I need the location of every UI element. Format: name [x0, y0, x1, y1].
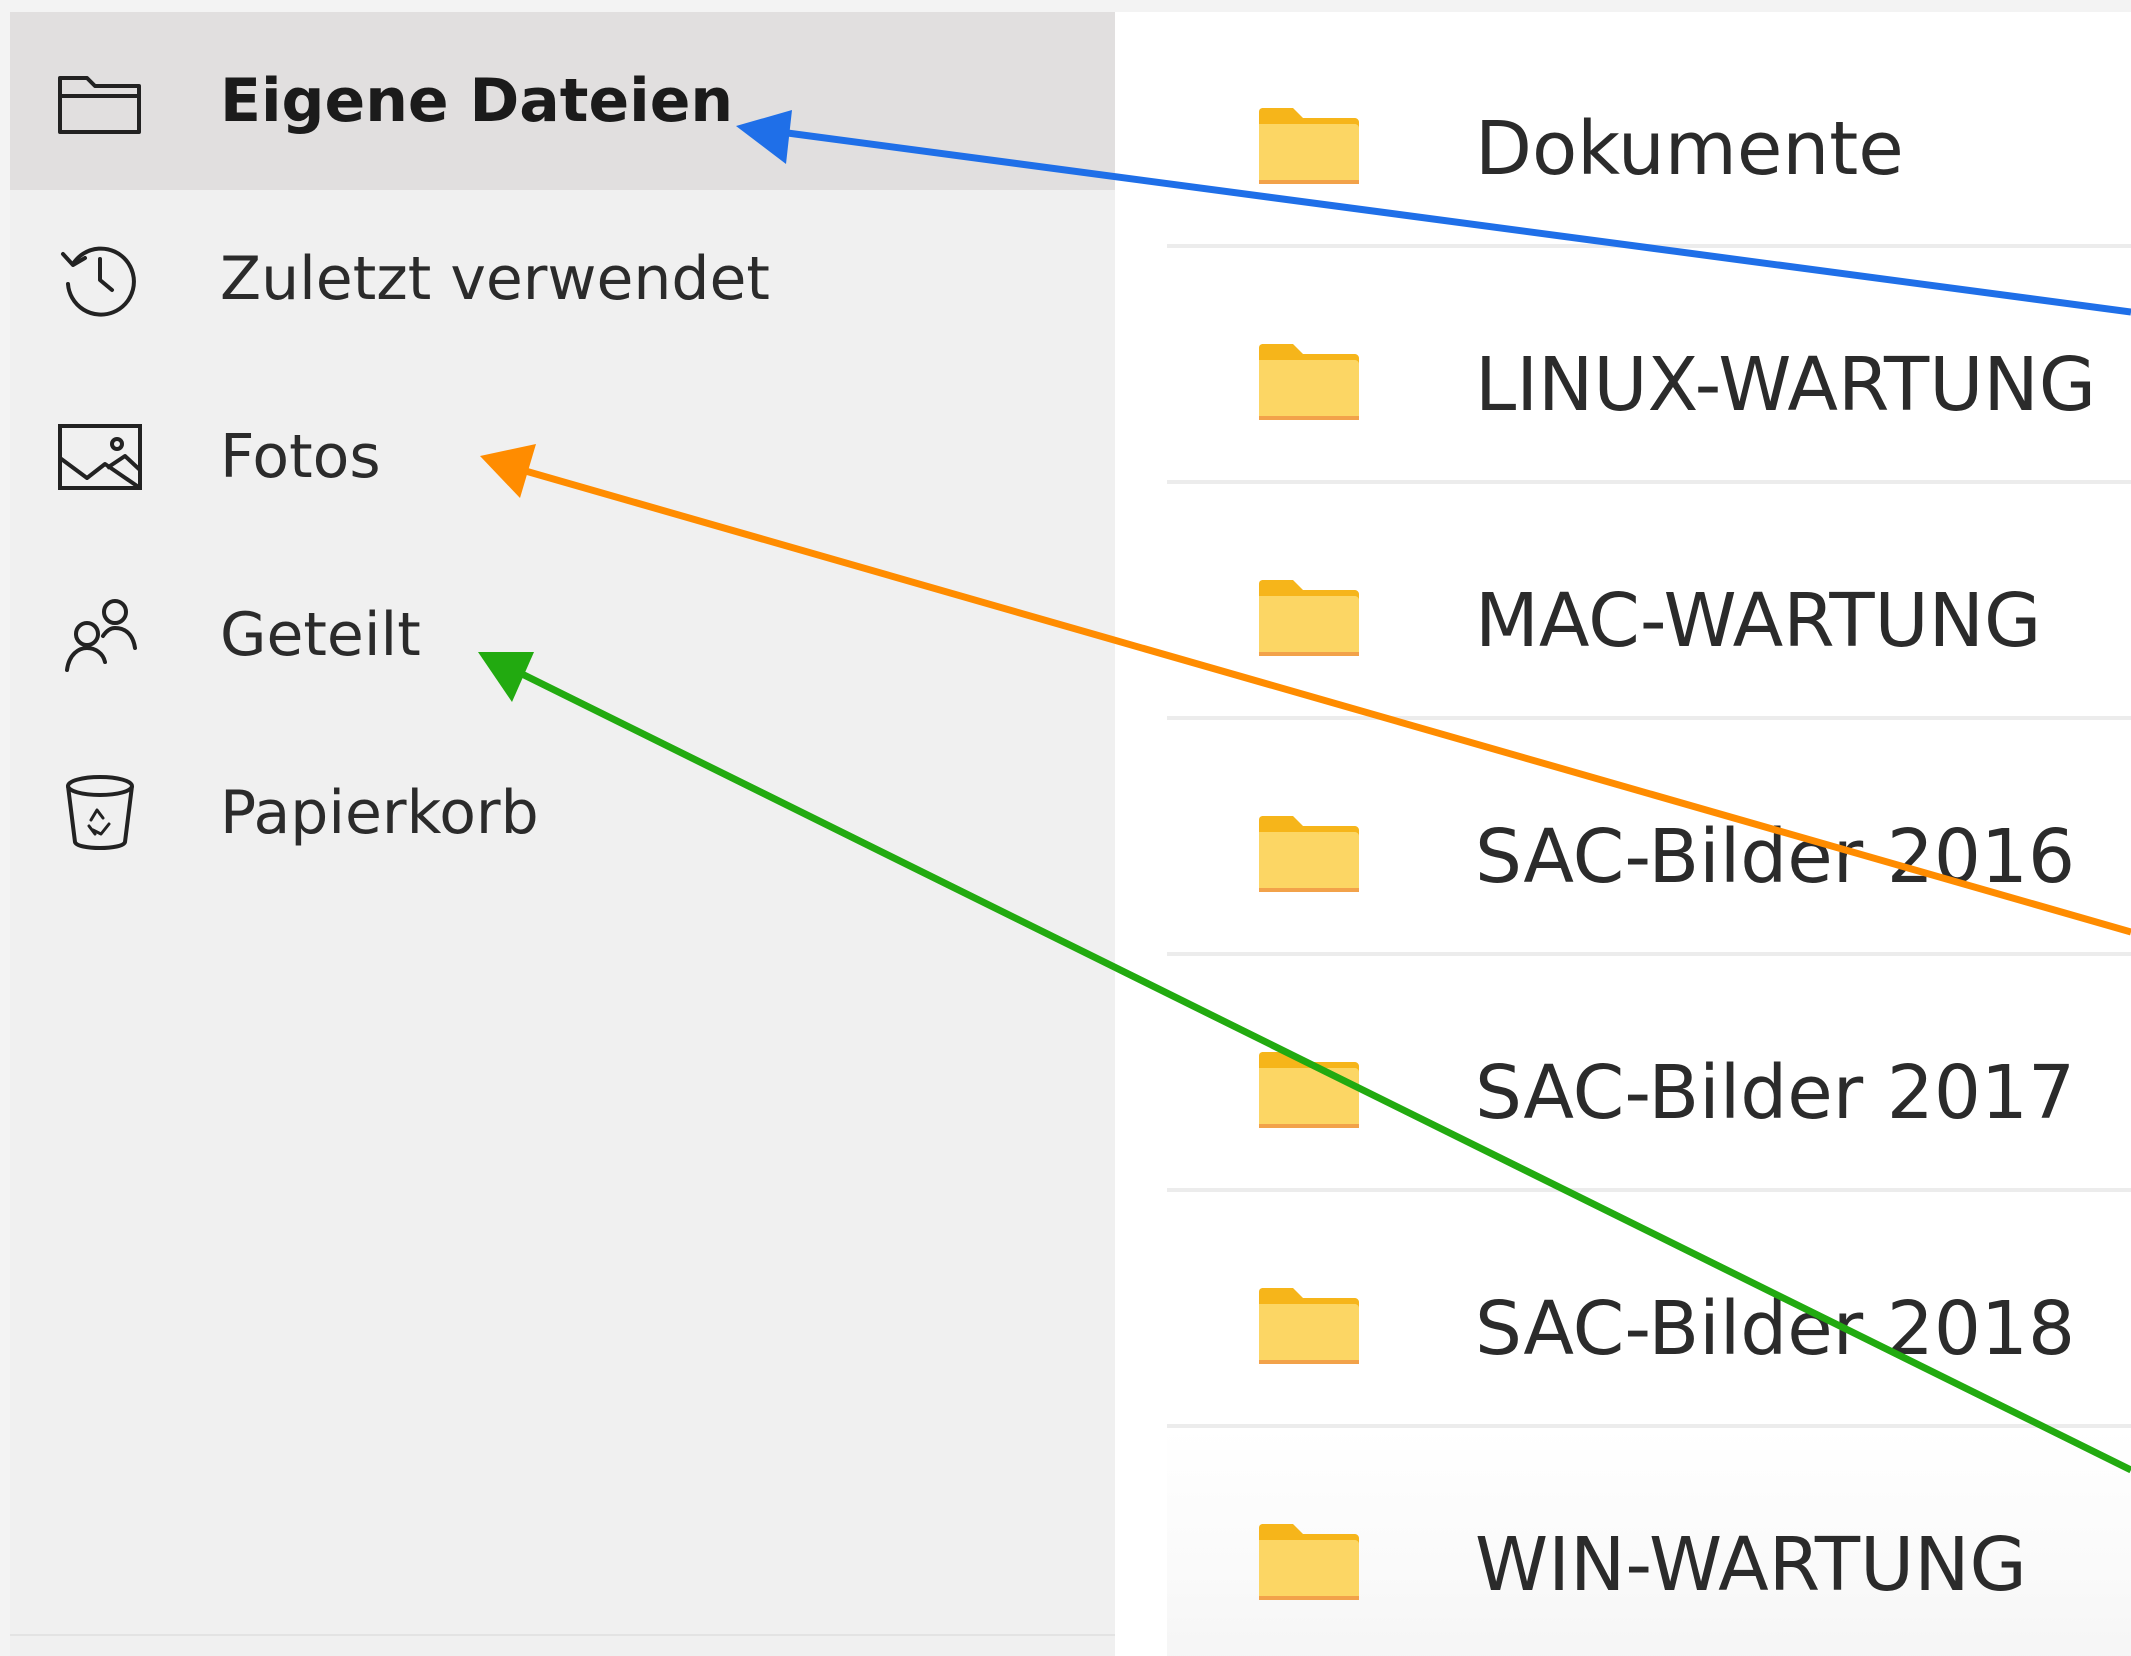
folder-icon — [1259, 816, 1359, 892]
sidebar-divider — [10, 1634, 1115, 1636]
folder-icon — [1259, 108, 1359, 184]
sidebar-item-label: Zuletzt verwendet — [220, 244, 770, 314]
folder-icon — [1259, 1288, 1359, 1364]
people-icon — [55, 590, 145, 680]
recycle-bin-icon — [55, 768, 145, 858]
file-name: LINUX-WARTUNG — [1475, 342, 2097, 428]
folder-icon — [1259, 344, 1359, 420]
file-row-sac-bilder-2016[interactable]: SAC-Bilder 2016 — [1167, 720, 2131, 956]
folder-outline-icon — [55, 56, 145, 146]
folder-icon — [1259, 1052, 1359, 1128]
image-icon — [55, 412, 145, 502]
history-icon — [55, 234, 145, 324]
sidebar-item-label: Fotos — [220, 422, 381, 492]
file-name: WIN-WARTUNG — [1475, 1522, 2027, 1608]
folder-icon — [1259, 1524, 1359, 1600]
file-row-sac-bilder-2017[interactable]: SAC-Bilder 2017 — [1167, 956, 2131, 1192]
sidebar-item-label: Papierkorb — [220, 778, 539, 848]
sidebar-item-label: Eigene Dateien — [220, 66, 734, 136]
file-row-mac-wartung[interactable]: MAC-WARTUNG — [1167, 484, 2131, 720]
folder-icon — [1259, 580, 1359, 656]
sidebar-item-papierkorb[interactable]: Papierkorb — [10, 724, 1115, 902]
sidebar-item-eigene-dateien[interactable]: Eigene Dateien — [10, 12, 1115, 190]
file-name: SAC-Bilder 2016 — [1475, 814, 2076, 900]
sidebar-item-zuletzt-verwendet[interactable]: Zuletzt verwendet — [10, 190, 1115, 368]
file-row-linux-wartung[interactable]: LINUX-WARTUNG — [1167, 248, 2131, 484]
file-name: SAC-Bilder 2018 — [1475, 1286, 2076, 1372]
file-row-dokumente[interactable]: Dokumente — [1167, 12, 2131, 248]
file-name: SAC-Bilder 2017 — [1475, 1050, 2076, 1136]
sidebar-item-fotos[interactable]: Fotos — [10, 368, 1115, 546]
file-row-win-wartung[interactable]: WIN-WARTUNG — [1167, 1428, 2131, 1656]
file-name: Dokumente — [1475, 106, 1904, 192]
file-list-pane: Dokumente LINUX-WARTUNG MAC-WARTUNG SAC-… — [1115, 12, 2131, 1656]
file-name: MAC-WARTUNG — [1475, 578, 2042, 664]
file-row-sac-bilder-2018[interactable]: SAC-Bilder 2018 — [1167, 1192, 2131, 1428]
sidebar: Eigene Dateien Zuletzt verwendet Fotos G… — [10, 12, 1115, 1656]
sidebar-item-label: Geteilt — [220, 600, 421, 670]
sidebar-item-geteilt[interactable]: Geteilt — [10, 546, 1115, 724]
